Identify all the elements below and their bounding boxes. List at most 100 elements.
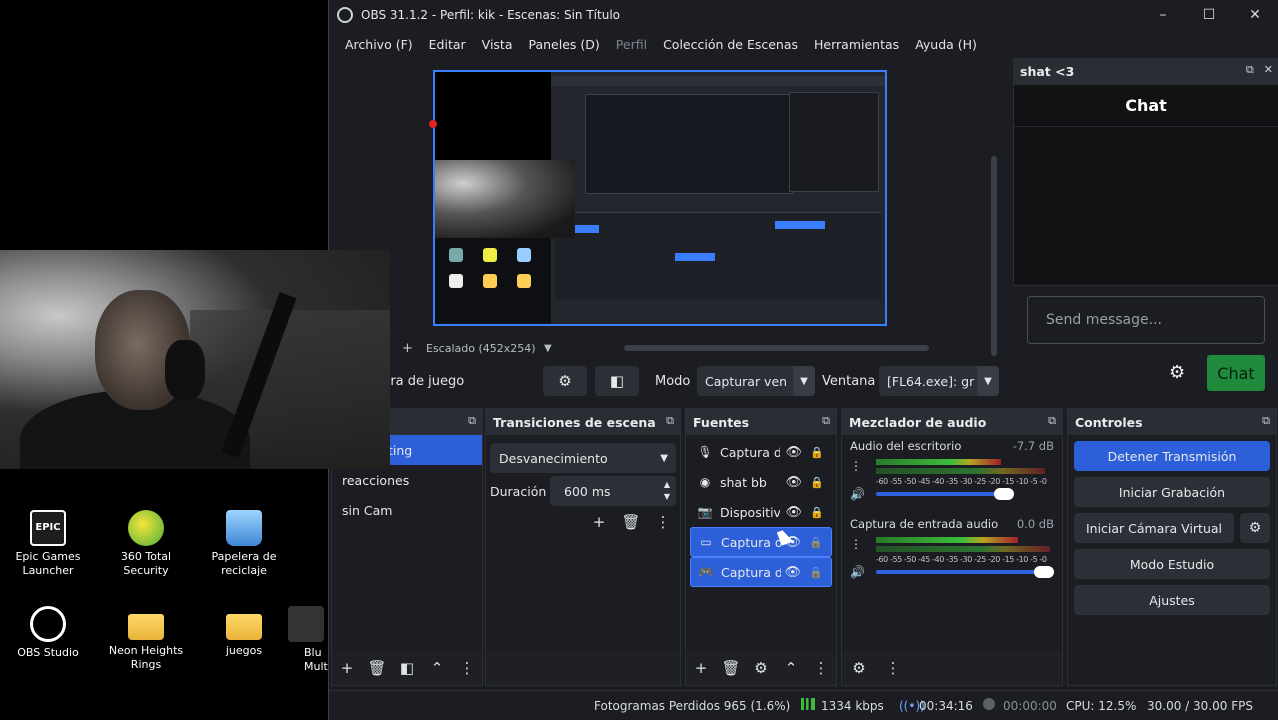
menu-vista[interactable]: Vista xyxy=(474,37,521,52)
track-name: Captura de entrada audio xyxy=(850,517,999,531)
add-scene-button[interactable]: + xyxy=(332,659,362,677)
remove-scene-button[interactable]: 🗑 xyxy=(362,659,392,677)
lock-icon[interactable]: 🔒 xyxy=(809,566,823,579)
speaker-icon[interactable]: 🔊 xyxy=(850,565,865,579)
transition-select[interactable]: Desvanecimiento ▼ xyxy=(490,443,676,473)
source-properties-button[interactable]: ⚙ xyxy=(746,659,776,677)
add-source-button[interactable]: + xyxy=(686,659,716,677)
desktop-icon-blu[interactable]: Blu Mult xyxy=(282,606,330,674)
track-menu-icon[interactable]: ⋮ xyxy=(850,459,862,473)
mixer-settings-button[interactable]: ⚙ xyxy=(842,659,876,677)
spin-up-icon[interactable]: ▲ xyxy=(664,479,670,491)
source-item[interactable]: 🎮 Captura d 👁 🔒 xyxy=(690,557,832,587)
spin-down-icon[interactable]: ▼ xyxy=(664,491,670,503)
more-options-button[interactable]: ⋮ xyxy=(806,659,836,677)
eye-icon[interactable]: 👁 xyxy=(784,565,801,580)
lock-icon[interactable]: 🔒 xyxy=(810,476,824,489)
eye-icon[interactable]: 👁 xyxy=(785,445,802,460)
scale-label: Escalado (452x254) xyxy=(426,341,536,355)
transform-handle[interactable] xyxy=(429,120,437,128)
audio-mixer-dock: Mezclador de audio ⧉ Audio del escritori… xyxy=(841,408,1063,686)
add-transition-button[interactable]: + xyxy=(586,513,612,531)
mode-select[interactable]: Capturar ven ▼ xyxy=(697,366,815,396)
volume-slider[interactable] xyxy=(876,566,1054,578)
gear-icon: ⚙ xyxy=(1248,520,1262,536)
remove-transition-button[interactable]: 🗑 xyxy=(618,513,644,531)
desktop-icon-label: OBS Studio xyxy=(17,646,79,659)
slider-knob[interactable] xyxy=(1034,566,1054,578)
desktop-icon-label: juegos xyxy=(225,644,263,657)
mixer-track: Audio del escritorio -7.7 dB ⋮ 🔊 -60 -55… xyxy=(850,439,1054,519)
source-item[interactable]: ▭ Captura d 👁 🔒 xyxy=(690,527,832,557)
menu-paneles[interactable]: Paneles (D) xyxy=(521,37,608,52)
gear-icon[interactable]: ⚙ xyxy=(1169,362,1185,383)
move-up-button[interactable]: ⌃ xyxy=(776,659,806,677)
source-item[interactable]: 📷 Dispositiv 👁 🔒 xyxy=(690,497,832,527)
preview-area[interactable] xyxy=(329,58,997,356)
more-options-button[interactable]: ⋮ xyxy=(452,659,482,677)
scene-item[interactable]: sin Cam xyxy=(332,495,482,525)
transition-options-button[interactable]: ⋮ xyxy=(650,513,676,531)
move-up-button[interactable]: ⌃ xyxy=(422,659,452,677)
desktop-icon-juegos[interactable]: juegos xyxy=(196,606,292,658)
eye-icon[interactable]: 👁 xyxy=(785,505,802,520)
preview-canvas[interactable] xyxy=(433,70,887,326)
scene-filters-button[interactable]: ◧ xyxy=(392,659,422,677)
desktop-icon-360-total-security[interactable]: 360 Total Security xyxy=(98,510,194,578)
preview-horizontal-scrollbar[interactable] xyxy=(624,345,929,351)
preview-vertical-scrollbar[interactable] xyxy=(991,156,997,356)
menu-archivo[interactable]: Archivo (F) xyxy=(337,37,421,52)
minimize-button[interactable]: – xyxy=(1140,7,1186,23)
start-virtual-camera-button[interactable]: Iniciar Cámara Virtual xyxy=(1074,513,1234,543)
track-menu-icon[interactable]: ⋮ xyxy=(850,537,862,551)
duration-value: 600 ms xyxy=(564,483,611,499)
float-icon[interactable]: ⧉ xyxy=(1048,414,1056,428)
mixer-options-button[interactable]: ⋮ xyxy=(876,659,910,677)
lock-icon[interactable]: 🔒 xyxy=(809,536,823,549)
chat-send-button[interactable]: Chat xyxy=(1207,355,1265,391)
scale-dropdown-icon[interactable]: ▼ xyxy=(544,343,552,354)
source-item[interactable]: ◉ shat bb 👁 🔒 xyxy=(690,467,832,497)
controls-dock: Controles ⧉ Detener Transmisión Iniciar … xyxy=(1067,408,1277,686)
remove-source-button[interactable]: 🗑 xyxy=(716,659,746,677)
maximize-button[interactable]: ☐ xyxy=(1186,7,1232,23)
start-recording-button[interactable]: Iniciar Grabación xyxy=(1074,477,1270,507)
duration-spinbox[interactable]: 600 ms ▲ ▼ xyxy=(550,476,676,506)
transitions-body: Desvanecimiento ▼ Duración 600 ms ▲ ▼ + 🗑… xyxy=(486,435,680,651)
speaker-icon[interactable]: 🔊 xyxy=(850,487,865,501)
desktop-icon-neon-heights[interactable]: Neon Heights Rings xyxy=(98,606,194,672)
settings-button[interactable]: Ajustes xyxy=(1074,585,1270,615)
scene-item[interactable]: reacciones xyxy=(332,465,482,495)
menu-editar[interactable]: Editar xyxy=(421,37,474,52)
studio-mode-button[interactable]: Modo Estudio xyxy=(1074,549,1270,579)
float-icon[interactable]: ⧉ xyxy=(666,414,674,428)
menu-perfil[interactable]: Perfil xyxy=(608,37,655,52)
window-select[interactable]: [FL64.exe]: gr ▼ xyxy=(879,366,999,396)
desktop-icon-epic-games[interactable]: EPIC Epic Games Launcher xyxy=(0,510,96,578)
menu-herramientas[interactable]: Herramientas xyxy=(806,37,907,52)
float-icon[interactable]: ⧉ xyxy=(468,414,476,428)
source-item[interactable]: 🎙 Captura d 👁 🔒 xyxy=(690,437,832,467)
desktop-icon-recycle-bin[interactable]: Papelera de reciclaje xyxy=(196,510,292,578)
close-button[interactable]: ✕ xyxy=(1232,7,1278,23)
close-icon[interactable]: ✕ xyxy=(1264,63,1273,77)
desktop-icon-obs-studio[interactable]: OBS Studio xyxy=(0,606,96,660)
float-icon[interactable]: ⧉ xyxy=(1246,63,1254,77)
float-icon[interactable]: ⧉ xyxy=(1262,414,1270,428)
slider-knob[interactable] xyxy=(994,488,1014,500)
menu-coleccion-escenas[interactable]: Colección de Escenas xyxy=(655,37,806,52)
float-icon[interactable]: ⧉ xyxy=(822,414,830,428)
add-icon[interactable]: + xyxy=(402,341,413,356)
virtual-camera-settings-button[interactable]: ⚙ xyxy=(1240,513,1270,543)
stop-stream-button[interactable]: Detener Transmisión xyxy=(1074,441,1270,471)
eye-icon[interactable]: 👁 xyxy=(785,475,802,490)
lock-icon[interactable]: 🔒 xyxy=(810,506,824,519)
window-label: Ventana xyxy=(822,373,876,389)
lock-icon[interactable]: 🔒 xyxy=(810,446,824,459)
volume-slider[interactable] xyxy=(876,488,1014,500)
mixer-toolbar: ⚙ ⋮ xyxy=(842,651,1062,685)
menu-ayuda[interactable]: Ayuda (H) xyxy=(907,37,985,52)
chat-input[interactable]: Send message... xyxy=(1027,296,1265,344)
source-filters-button[interactable]: ◧ xyxy=(595,366,639,396)
source-settings-button[interactable]: ⚙ xyxy=(543,366,587,396)
